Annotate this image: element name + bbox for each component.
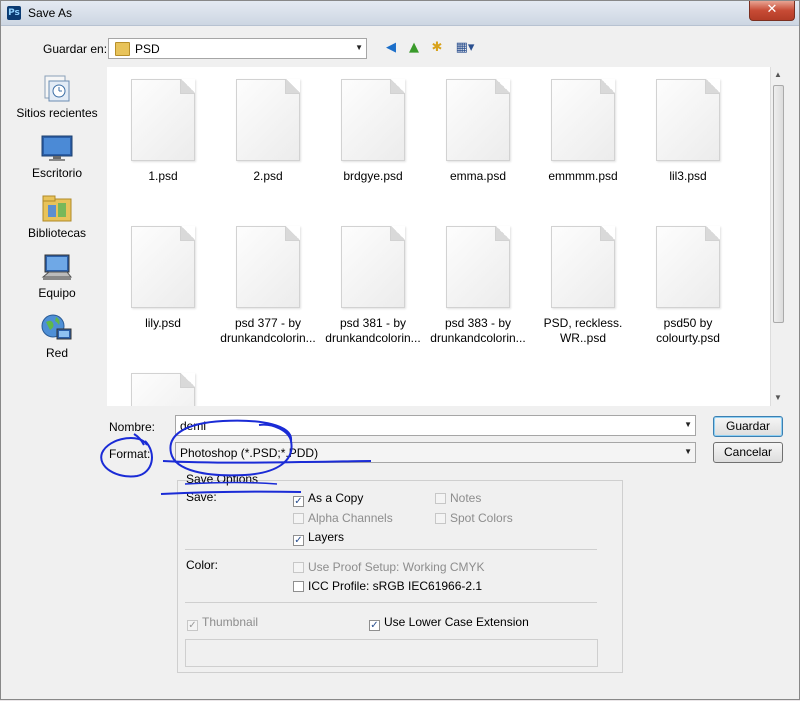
document-icon — [236, 226, 300, 308]
new-folder-icon[interactable]: ✱ — [428, 39, 446, 57]
spot-colors-checkbox[interactable]: Spot Colors — [435, 511, 513, 525]
format-value: Photoshop (*.PSD;*.PDD) — [180, 446, 319, 460]
sidebar-item-label: Red — [45, 346, 68, 360]
checkmark-icon: ✓ — [187, 620, 198, 631]
computer-icon — [41, 253, 73, 283]
sidebar-item-recent[interactable]: Sitios recientes — [9, 73, 105, 120]
file-item[interactable]: psd 377 - by drunkandcolorin... — [218, 226, 318, 346]
sidebar-item-label: Sitios recientes — [16, 106, 98, 120]
save-button[interactable]: Guardar — [713, 416, 783, 437]
sidebar-item-desktop[interactable]: Escritorio — [9, 133, 105, 180]
sidebar-item-computer[interactable]: Equipo — [9, 253, 105, 300]
lower-case-extension-checkbox[interactable]: ✓ Use Lower Case Extension — [369, 615, 529, 631]
back-icon[interactable]: ◀ — [382, 39, 400, 57]
save-options-title: Save Options — [186, 472, 259, 486]
scrollbar-thumb[interactable] — [773, 85, 784, 323]
file-name-value: demi — [180, 419, 207, 433]
file-name-input[interactable]: demi ▼ — [175, 415, 696, 436]
file-list[interactable]: 1.psd 2.psd brdgye.psd emma.psd emmmm.ps… — [107, 67, 786, 406]
file-item[interactable]: emmmm.psd — [533, 79, 633, 184]
document-icon — [131, 79, 195, 161]
chevron-down-icon: ▼ — [355, 43, 363, 52]
chevron-down-icon[interactable]: ▼ — [684, 420, 692, 429]
document-icon — [656, 79, 720, 161]
alpha-channels-checkbox[interactable]: Alpha Channels — [293, 511, 393, 525]
document-icon — [446, 226, 510, 308]
scroll-down-icon[interactable]: ▼ — [774, 393, 782, 402]
document-icon — [551, 79, 615, 161]
photoshop-app-icon: Ps — [7, 6, 21, 20]
sidebar-item-label: Escritorio — [31, 166, 82, 180]
close-button[interactable]: ✕ — [749, 1, 795, 21]
views-menu-icon[interactable]: ▦▾ — [452, 39, 478, 57]
sidebar-item-label: Equipo — [38, 286, 76, 300]
window-title: Save As — [28, 6, 73, 20]
title-bar: Ps Save As ✕ — [1, 1, 799, 26]
file-item[interactable]: 1.psd — [113, 79, 213, 184]
checkmark-icon: ✓ — [293, 496, 304, 507]
document-icon — [656, 226, 720, 308]
document-icon — [446, 79, 510, 161]
checkmark-icon: ✓ — [369, 620, 380, 631]
scroll-up-icon[interactable]: ▲ — [774, 70, 782, 79]
description-box — [185, 639, 598, 667]
format-dropdown[interactable]: Photoshop (*.PSD;*.PDD) ▼ — [175, 442, 696, 463]
file-item[interactable]: PSD, reckless. WR..psd — [533, 226, 633, 346]
icc-profile-checkbox[interactable]: ICC Profile: sRGB IEC61966-2.1 — [293, 579, 482, 593]
chevron-down-icon: ▼ — [684, 447, 692, 456]
checkmark-icon: ✓ — [293, 535, 304, 546]
libraries-icon — [41, 193, 73, 223]
file-item[interactable]: psd 383 - by drunkandcolorin... — [428, 226, 528, 346]
name-label: Nombre: — [109, 420, 156, 434]
file-item[interactable]: lil3.psd — [638, 79, 738, 184]
divider — [185, 549, 597, 550]
save-label: Save: — [186, 490, 217, 504]
format-label: Format: — [109, 447, 151, 461]
recent-places-icon — [41, 73, 73, 103]
sidebar-item-libraries[interactable]: Bibliotecas — [9, 193, 105, 240]
file-item[interactable]: lily.psd — [113, 226, 213, 331]
network-icon — [41, 313, 73, 343]
location-dropdown[interactable]: PSD ▼ — [108, 38, 367, 59]
divider — [185, 602, 597, 603]
folder-icon — [115, 42, 130, 56]
file-item-partial[interactable] — [113, 373, 213, 406]
color-label: Color: — [186, 558, 219, 572]
desktop-icon — [41, 133, 73, 163]
sidebar-item-network[interactable]: Red — [9, 313, 105, 360]
file-list-scrollbar[interactable]: ▲ ▼ — [770, 67, 786, 406]
document-icon — [341, 226, 405, 308]
cancel-button[interactable]: Cancelar — [713, 442, 783, 463]
location-label: Guardar en: — [43, 42, 108, 56]
file-item[interactable]: psd 381 - by drunkandcolorin... — [323, 226, 423, 346]
notes-checkbox[interactable]: Notes — [435, 491, 481, 505]
document-icon — [551, 226, 615, 308]
document-icon — [131, 373, 195, 406]
up-folder-icon[interactable]: ▲ — [405, 39, 423, 57]
file-item[interactable]: brdgye.psd — [323, 79, 423, 184]
sidebar-item-label: Bibliotecas — [27, 226, 87, 240]
save-as-dialog: Ps Save As ✕ Guardar en: PSD ▼ ◀ ▲ ✱ ▦▾ … — [0, 0, 800, 700]
file-item[interactable]: 2.psd — [218, 79, 318, 184]
document-icon — [236, 79, 300, 161]
document-icon — [341, 79, 405, 161]
document-icon — [131, 226, 195, 308]
tick-format — [133, 433, 145, 446]
proof-setup-checkbox[interactable]: Use Proof Setup: Working CMYK — [293, 560, 485, 574]
file-item[interactable]: emma.psd — [428, 79, 528, 184]
file-item[interactable]: psd50 by colourty.psd — [638, 226, 738, 346]
layers-checkbox[interactable]: ✓ Layers — [293, 530, 344, 546]
as-copy-checkbox[interactable]: ✓ As a Copy — [293, 491, 363, 507]
location-value: PSD — [135, 42, 160, 56]
thumbnail-checkbox[interactable]: ✓ Thumbnail — [187, 615, 258, 631]
